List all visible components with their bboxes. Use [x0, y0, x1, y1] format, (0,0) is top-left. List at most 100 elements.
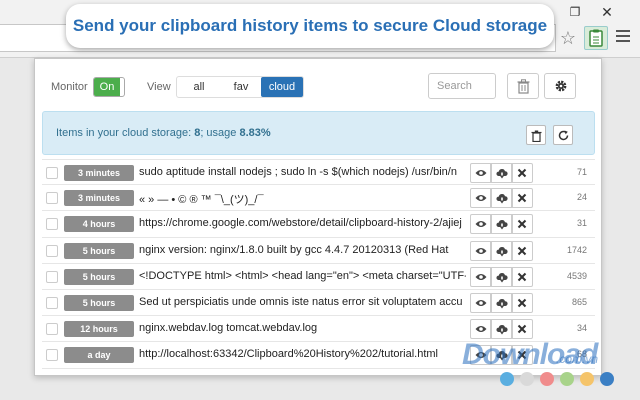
hamburger-menu-icon[interactable] — [616, 30, 630, 44]
view-label: View — [147, 81, 171, 93]
item-text[interactable]: Sed ut perspiciatis unde omnis iste natu… — [139, 296, 466, 308]
cloud-item-button[interactable] — [491, 266, 512, 287]
item-checkbox[interactable] — [46, 192, 58, 205]
list-item[interactable]: 5 hours <!DOCTYPE html> <html> <head lang… — [42, 264, 595, 290]
close-icon — [517, 193, 527, 203]
list-item[interactable]: 5 hours Sed ut perspiciatis unde omnis is… — [42, 290, 595, 317]
item-text[interactable]: <!DOCTYPE html> <html> <head lang="en"> … — [139, 270, 466, 282]
item-age-badge: 5 hours — [64, 294, 134, 311]
cloud-download-icon — [496, 325, 508, 335]
clipboard-extension-icon[interactable] — [584, 26, 608, 50]
eye-icon — [475, 273, 487, 280]
list-item[interactable]: 3 minutes « » — • © ® ™ ¯\_(ツ)_/¯ 24 — [42, 185, 595, 212]
clipboard-history-popup: Monitor On View all fav cloud Items in y… — [34, 58, 602, 376]
view-item-button[interactable] — [470, 292, 491, 313]
monitor-label: Monitor — [51, 81, 88, 93]
clear-button[interactable] — [507, 73, 539, 99]
item-checkbox[interactable] — [46, 270, 58, 283]
watermark-dot — [520, 372, 534, 386]
view-filter-group: all fav cloud — [176, 76, 304, 98]
cloud-item-button[interactable] — [491, 319, 512, 340]
item-checkbox[interactable] — [46, 296, 58, 309]
cloud-download-icon — [496, 246, 508, 257]
item-text[interactable]: nginx version: nginx/1.8.0 built by gcc … — [139, 244, 466, 256]
close-icon — [517, 324, 527, 334]
cloud-download-icon — [496, 272, 508, 283]
list-item[interactable]: 5 hours nginx version: nginx/1.8.0 built … — [42, 238, 595, 264]
view-item-button[interactable] — [470, 240, 491, 261]
trash-icon — [531, 130, 542, 142]
monitor-toggle-state: On — [94, 78, 120, 96]
item-checkbox[interactable] — [46, 323, 58, 336]
close-icon — [517, 272, 527, 281]
delete-item-button[interactable] — [512, 163, 533, 183]
refresh-icon — [558, 130, 569, 141]
view-item-button[interactable] — [470, 266, 491, 287]
item-age-badge: 5 hours — [64, 268, 134, 285]
delete-item-button[interactable] — [512, 319, 533, 340]
close-icon[interactable]: ✕ — [598, 4, 616, 20]
cloud-item-button[interactable] — [491, 214, 512, 235]
eye-icon — [475, 221, 487, 228]
watermark-dot — [540, 372, 554, 386]
watermark-dot — [560, 372, 574, 386]
view-item-button[interactable] — [470, 214, 491, 235]
delete-item-button[interactable] — [512, 266, 533, 287]
list-item[interactable]: 4 hours https://chrome.google.com/webstor… — [42, 211, 595, 238]
bookmark-star-icon[interactable]: ☆ — [558, 28, 578, 48]
cloud-storage-info: Items in your cloud storage: 8; usage 8.… — [42, 111, 595, 155]
item-age-badge: 4 hours — [64, 216, 134, 233]
cloud-item-button[interactable] — [491, 163, 512, 183]
item-text[interactable]: https://chrome.google.com/webstore/detai… — [139, 217, 466, 229]
item-text[interactable]: « » — • © ® ™ ¯\_(ツ)_/¯ — [139, 191, 466, 207]
list-item[interactable]: 3 minutes sudo aptitude install nodejs ; … — [42, 159, 595, 186]
cloud-item-button[interactable] — [491, 292, 512, 313]
delete-item-button[interactable] — [512, 188, 533, 209]
item-checkbox[interactable] — [46, 167, 58, 179]
trash-icon — [517, 79, 530, 94]
watermark-dot — [500, 372, 514, 386]
item-size: 865 — [571, 296, 587, 307]
item-size: 34 — [576, 323, 587, 334]
watermark-dots — [500, 372, 620, 388]
popup-toolbar: Monitor On View all fav cloud — [35, 59, 603, 109]
item-size: 4539 — [566, 270, 587, 281]
cloud-download-icon — [496, 168, 508, 179]
view-item-button[interactable] — [470, 163, 491, 183]
monitor-toggle[interactable]: On — [93, 77, 125, 97]
item-text[interactable]: sudo aptitude install nodejs ; sudo ln -… — [139, 166, 466, 178]
search-input[interactable] — [428, 73, 496, 99]
restore-icon[interactable]: ❐ — [566, 4, 584, 20]
item-age-badge: a day — [64, 347, 134, 364]
close-icon — [517, 298, 527, 308]
cloud-download-icon — [496, 298, 508, 309]
item-text[interactable]: nginx.webdav.log tomcat.webdav.log — [139, 322, 466, 334]
watermark-suffix: .com.vn — [556, 352, 599, 366]
view-item-button[interactable] — [470, 319, 491, 340]
item-size: 31 — [576, 218, 587, 229]
eye-icon — [475, 195, 487, 202]
delete-item-button[interactable] — [512, 292, 533, 313]
view-fav-button[interactable]: fav — [221, 77, 261, 97]
settings-button[interactable] — [544, 73, 576, 99]
item-text[interactable]: http://localhost:63342/Clipboard%20Histo… — [139, 348, 466, 360]
item-age-badge: 3 minutes — [64, 190, 134, 207]
cloud-refresh-button[interactable] — [553, 125, 573, 145]
item-checkbox[interactable] — [46, 244, 58, 257]
cloud-item-button[interactable] — [491, 188, 512, 209]
item-checkbox[interactable] — [46, 218, 58, 231]
cloud-delete-button[interactable] — [526, 125, 546, 145]
cloud-item-button[interactable] — [491, 240, 512, 261]
item-size: 1742 — [566, 244, 587, 255]
cloud-download-icon — [496, 220, 508, 230]
close-icon — [517, 246, 527, 255]
delete-item-button[interactable] — [512, 240, 533, 261]
view-cloud-button[interactable]: cloud — [261, 77, 303, 97]
watermark-dot — [600, 372, 614, 386]
close-icon — [517, 168, 527, 178]
eye-icon — [475, 170, 487, 176]
delete-item-button[interactable] — [512, 214, 533, 235]
view-item-button[interactable] — [470, 188, 491, 209]
item-checkbox[interactable] — [46, 349, 58, 362]
view-all-button[interactable]: all — [177, 77, 221, 97]
